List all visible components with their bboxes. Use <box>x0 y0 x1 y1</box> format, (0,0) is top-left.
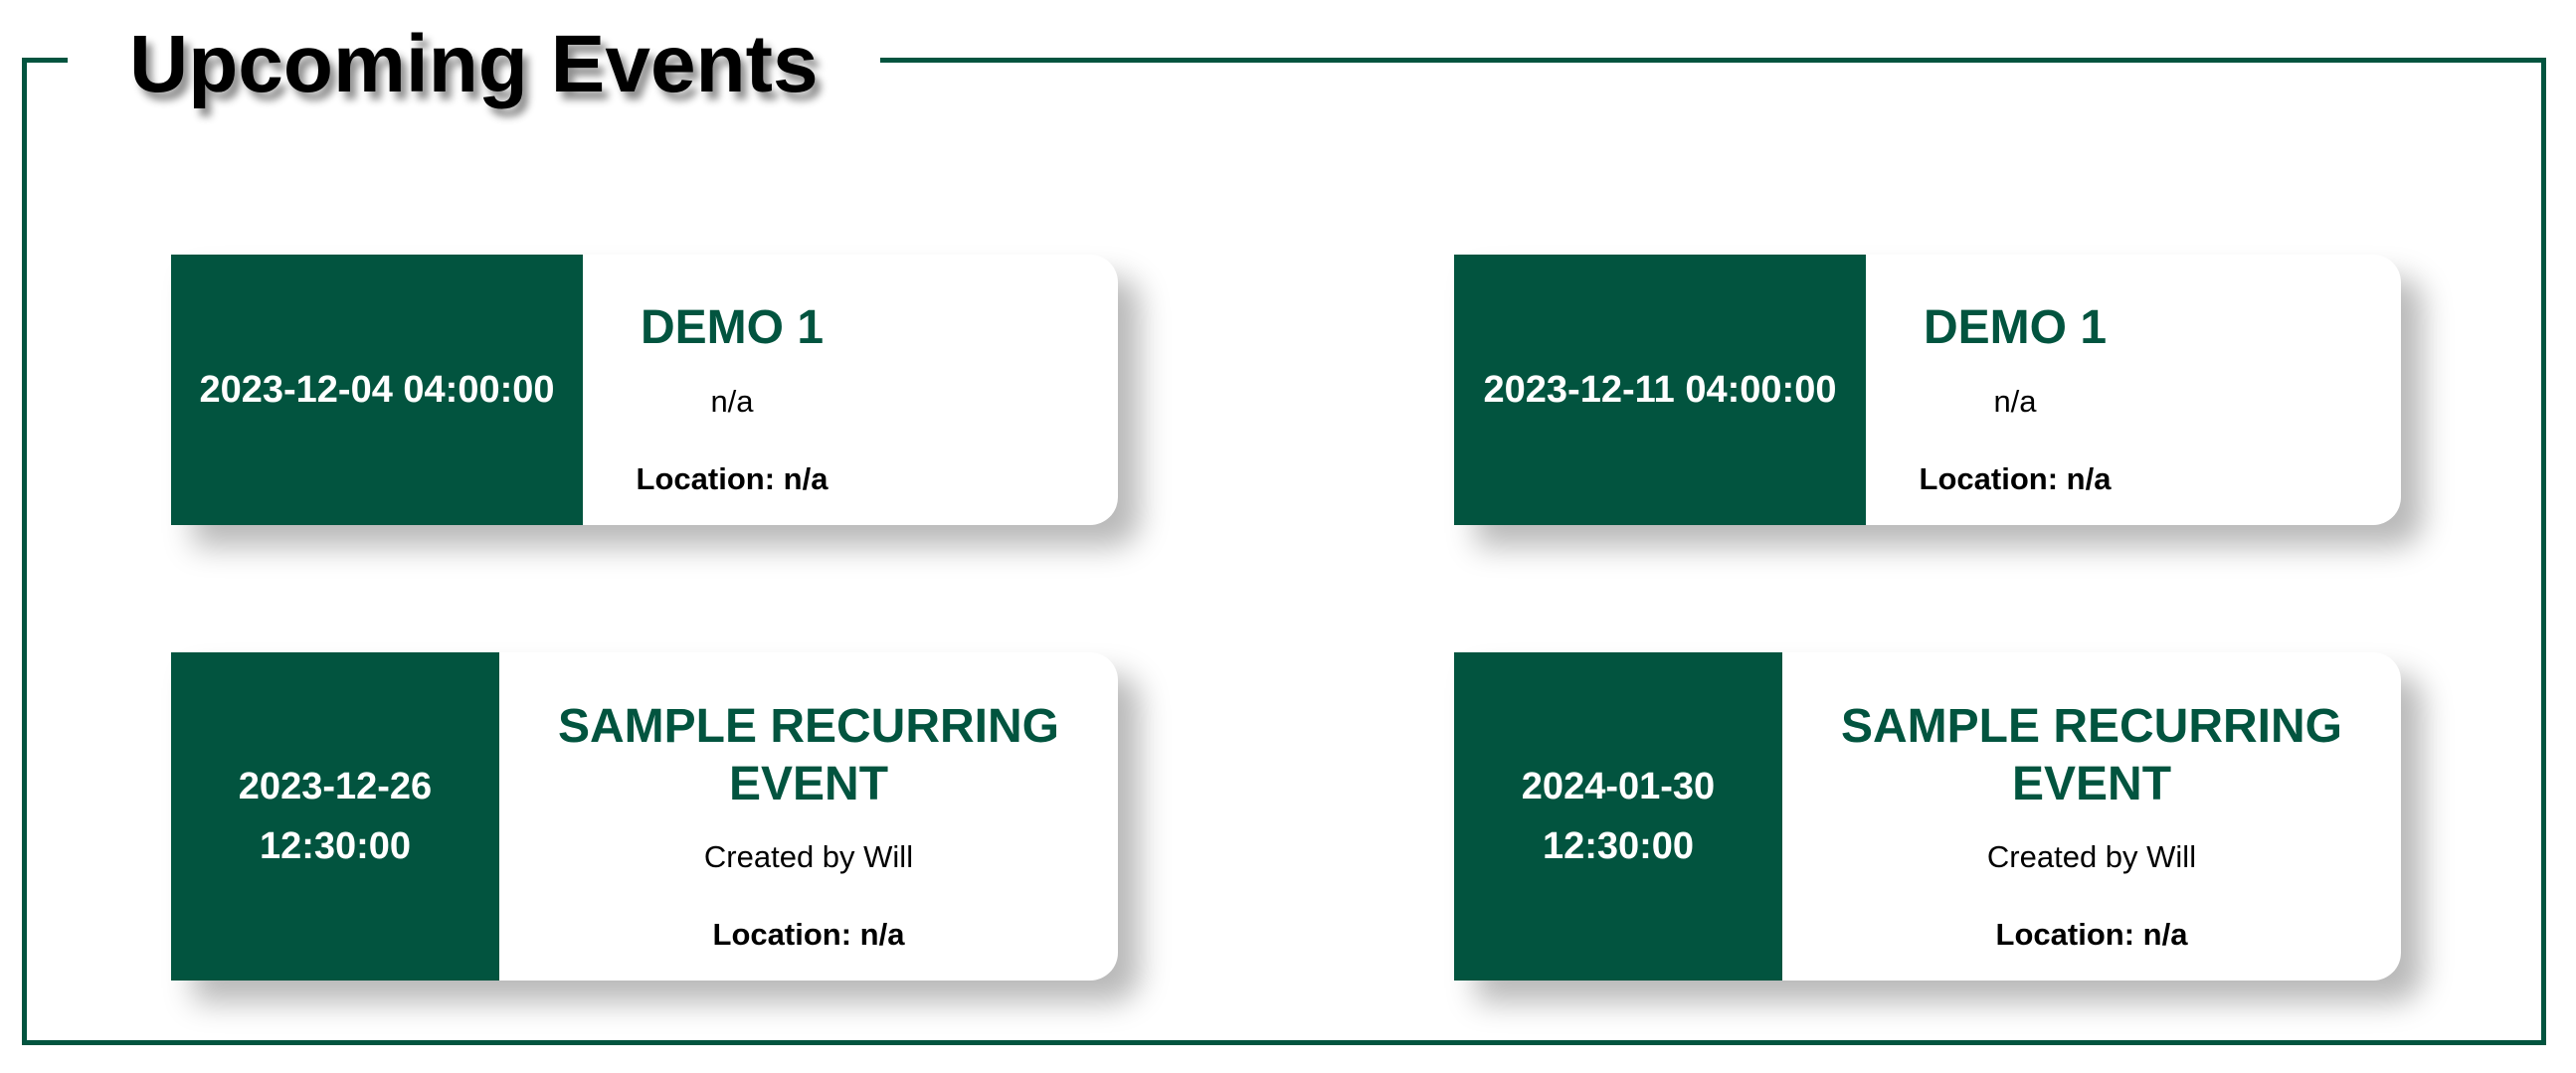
event-info: DEMO 1 n/a Location: n/a <box>1866 255 2401 525</box>
page-title: Upcoming Events <box>68 10 880 119</box>
event-location: Location: n/a <box>1919 461 2112 496</box>
event-card[interactable]: 2023-12-11 04:00:00 DEMO 1 n/a Location:… <box>1454 255 2401 525</box>
event-info: SAMPLE RECURRING EVENT Created by Will L… <box>1782 652 2401 981</box>
event-title[interactable]: SAMPLE RECURRING EVENT <box>1782 698 2401 813</box>
event-info: SAMPLE RECURRING EVENT Created by Will L… <box>499 652 1118 981</box>
event-title[interactable]: DEMO 1 <box>1866 300 2164 355</box>
event-location: Location: n/a <box>1995 917 2188 952</box>
event-card[interactable]: 2024-01-30 12:30:00 SAMPLE RECURRING EVE… <box>1454 652 2401 981</box>
event-location: Location: n/a <box>712 917 905 952</box>
event-description: n/a <box>710 384 754 419</box>
event-date: 2023-12-04 04:00:00 <box>171 255 583 525</box>
event-card[interactable]: 2023-12-26 12:30:00 SAMPLE RECURRING EVE… <box>171 652 1118 981</box>
event-info: DEMO 1 n/a Location: n/a <box>583 255 1118 525</box>
event-date: 2024-01-30 12:30:00 <box>1454 652 1782 981</box>
event-card[interactable]: 2023-12-04 04:00:00 DEMO 1 n/a Location:… <box>171 255 1118 525</box>
event-description: Created by Will <box>703 839 914 874</box>
event-date: 2023-12-26 12:30:00 <box>171 652 499 981</box>
event-description: Created by Will <box>1986 839 2197 874</box>
event-title[interactable]: DEMO 1 <box>583 300 881 355</box>
event-title[interactable]: SAMPLE RECURRING EVENT <box>499 698 1118 813</box>
event-description: n/a <box>1993 384 2037 419</box>
event-date: 2023-12-11 04:00:00 <box>1454 255 1866 525</box>
event-location: Location: n/a <box>636 461 828 496</box>
